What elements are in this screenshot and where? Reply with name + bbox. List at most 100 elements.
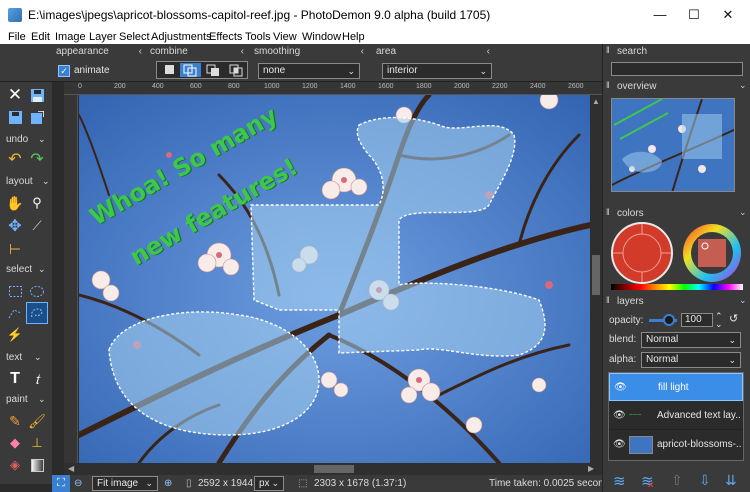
chevron-down-icon[interactable]: ⌄ [739,207,747,218]
menu-edit[interactable]: Edit [31,30,50,44]
typography-tool-icon[interactable]: 𝔱 [28,370,46,388]
layer-row[interactable]: 👁 ~~~ Advanced text lay... [609,402,743,430]
zoom-in-icon[interactable]: ⊕ [164,478,172,489]
move-layer-up-icon[interactable]: ⇧ [671,472,683,489]
subtract-selection-icon[interactable] [203,63,224,77]
text-tool-icon[interactable]: T [6,370,24,388]
gradient-icon[interactable] [28,456,46,474]
save-as-icon[interactable] [6,108,24,126]
text-group-header[interactable]: text ⌄ [6,352,42,363]
magic-wand-icon[interactable]: ⚡ [6,326,24,344]
paintbrush-icon[interactable]: 🖌 [28,412,46,430]
ruler-tick: 1200 [302,83,318,90]
panel-collapse-icon[interactable]: ‖ [606,80,610,90]
layer-row[interactable]: 👁 apricot-blossoms-... [609,431,743,459]
chevron-down-icon: ⌄ [479,66,487,76]
save-icon[interactable] [28,86,46,104]
export-icon[interactable] [28,108,46,126]
recent-colors-strip[interactable] [611,284,743,290]
unit-dropdown[interactable]: px ⌄ [254,476,284,491]
chevron-left-icon: ‹ [240,46,244,57]
menu-view[interactable]: View [273,30,297,44]
intersect-selection-icon[interactable] [226,63,247,77]
zoom-icon[interactable]: ⚲ [28,194,46,212]
redo-icon[interactable]: ↷ [28,150,46,168]
merge-layer-icon[interactable]: ⇊ [725,472,737,489]
panel-collapse-icon[interactable]: ‖ [606,295,610,305]
eye-icon[interactable]: 👁 [613,439,626,450]
add-layer-icon[interactable]: ≋ [613,472,626,490]
undo-icon[interactable]: ↶ [6,150,24,168]
reset-icon[interactable]: ↺ [729,312,738,325]
overview-thumbnail[interactable] [611,98,735,192]
blend-dropdown[interactable]: Normal ⌄ [641,332,741,348]
undo-group-header[interactable]: undo ⌄ [6,134,46,145]
scroll-left-icon[interactable]: ◀ [68,464,74,473]
hand-pan-icon[interactable]: ✋ [6,194,24,212]
panel-collapse-icon[interactable]: ‖ [606,45,610,55]
vertical-scroll-thumb[interactable] [592,255,600,295]
panel-collapse-icon[interactable]: ‖ [606,207,610,217]
chevron-down-icon[interactable]: ⌄ [739,295,747,306]
zoom-out-icon[interactable]: ⊖ [74,478,82,489]
close-button[interactable]: ✕ [706,4,750,26]
appearance-section-header[interactable]: appearance ‹ [56,45,144,58]
primary-color-swatch[interactable] [611,222,673,284]
area-section-header[interactable]: area ‹ [376,45,492,58]
area-dropdown[interactable]: interior ⌄ [382,63,492,79]
rect-select-icon[interactable] [6,282,24,300]
menu-window[interactable]: Window [302,30,341,44]
smoothing-dropdown[interactable]: none ⌄ [258,63,360,79]
horizontal-scroll-thumb[interactable] [314,465,354,473]
select-group-header[interactable]: select ⌄ [6,264,46,275]
line-select-icon[interactable] [6,304,24,322]
add-selection-icon[interactable] [180,63,201,77]
paint-group-header[interactable]: paint ⌄ [6,394,46,405]
move-icon[interactable]: ✥ [6,217,24,235]
color-picker-icon[interactable]: ⟋ [28,217,46,235]
clone-stamp-icon[interactable]: ⊥ [28,434,46,452]
ellipse-select-icon[interactable] [28,282,46,300]
opacity-input[interactable]: 100 [681,313,713,327]
layer-row[interactable]: 👁 fill light [609,373,743,401]
zoom-dropdown[interactable]: Fit image ⌄ [92,476,158,491]
menu-tools[interactable]: Tools [245,30,271,44]
menu-file[interactable]: File [8,30,26,44]
fit-screen-icon[interactable]: ⛶ [52,475,70,492]
scroll-up-icon[interactable]: ▲ [592,97,600,106]
menu-effects[interactable]: Effects [209,30,242,44]
menu-bar: File Edit Image Layer Select Adjustments… [0,30,750,44]
menu-select[interactable]: Select [119,30,150,44]
menu-layer[interactable]: Layer [89,30,117,44]
close-image-icon[interactable]: ✕ [6,85,24,104]
chevron-left-icon: ‹ [138,46,142,57]
search-input[interactable] [611,62,743,76]
eye-icon[interactable]: 👁 [613,410,626,421]
menu-image[interactable]: Image [55,30,86,44]
image-canvas[interactable]: Whoa! So many new features! [79,95,590,463]
chevron-down-icon[interactable]: ⌄ [739,80,747,91]
animate-checkbox[interactable]: ✓ [58,65,70,77]
horizontal-scrollbar[interactable]: ◀ ▶ [64,463,602,475]
fill-bucket-icon[interactable]: ◈ [6,456,24,474]
alpha-dropdown[interactable]: Normal ⌄ [641,352,741,368]
layout-group-header[interactable]: layout ⌄ [6,176,50,187]
eye-icon[interactable]: 👁 [614,382,627,393]
opacity-spinner[interactable]: ⌃ ⌄ [715,312,723,329]
ruler-tick: 400 [152,83,164,90]
vertical-scrollbar[interactable]: ▲ [590,95,602,463]
menu-help[interactable]: Help [342,30,365,44]
move-layer-down-icon[interactable]: ⇩ [699,472,711,489]
color-wheel[interactable] [681,222,743,284]
combine-section-header[interactable]: combine ‹ [150,45,246,58]
scroll-right-icon[interactable]: ▶ [588,464,594,473]
opacity-slider-knob[interactable] [663,314,675,326]
lasso-select-icon[interactable] [26,302,48,324]
menu-adjustments[interactable]: Adjustments [151,30,212,44]
eraser-icon[interactable]: ◆ [6,434,24,452]
replace-selection-icon[interactable] [159,64,179,76]
status-bar: ⛶ ⊖ Fit image ⌄ ⊕ ▯ 2592 x 1944 px ⌄ ⬚ 230… [52,475,614,492]
pencil-icon[interactable]: ✎ [6,412,24,430]
measure-icon[interactable]: ⊢ [6,240,24,258]
smoothing-section-header[interactable]: smoothing ‹ [254,45,366,58]
